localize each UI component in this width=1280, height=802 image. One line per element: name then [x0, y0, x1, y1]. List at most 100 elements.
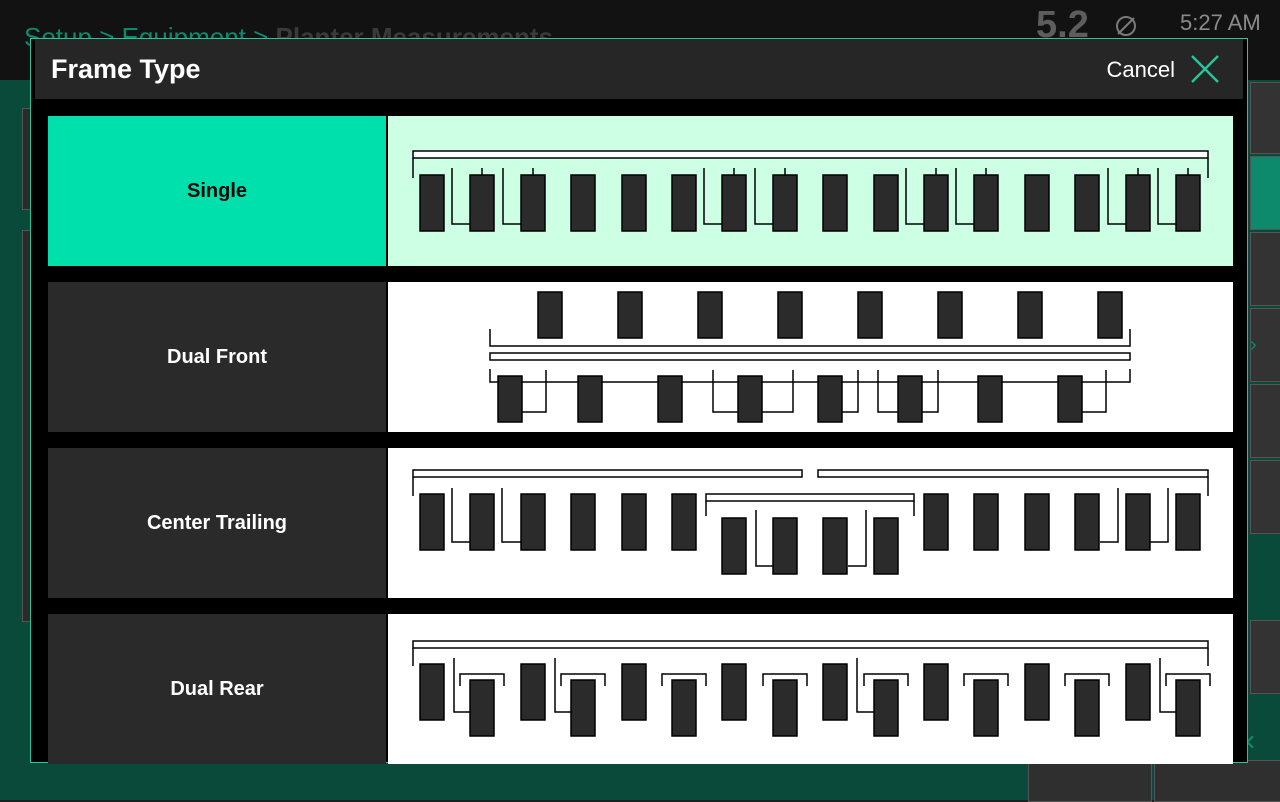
- row-unit: [671, 493, 697, 551]
- row-unit: [617, 291, 643, 339]
- row-unit: [657, 375, 683, 423]
- row-unit: [570, 493, 596, 551]
- row-unit: [1175, 493, 1201, 551]
- frame-link: [451, 168, 470, 225]
- row-unit: [469, 679, 495, 737]
- frame-link: [1100, 488, 1119, 543]
- frame-option-center-trailing[interactable]: Center Trailing: [48, 448, 1233, 598]
- background-button: [1250, 460, 1280, 534]
- dual-rear-frame-diagram: [412, 640, 1211, 737]
- frame-link: [856, 658, 874, 713]
- frame-link: [451, 488, 470, 543]
- frame-diagram: [388, 448, 1233, 598]
- row-unit: [419, 493, 445, 551]
- row-unit: [822, 174, 848, 232]
- frame-diagram: [388, 116, 1233, 266]
- row-unit: [1125, 663, 1151, 721]
- row-unit: [772, 174, 798, 232]
- row-unit: [822, 663, 848, 721]
- row-unit: [570, 174, 596, 232]
- row-unit: [873, 174, 899, 232]
- frame-link: [554, 658, 571, 713]
- frame-link: [842, 370, 859, 413]
- row-unit: [873, 517, 899, 575]
- row-unit: [973, 493, 999, 551]
- row-unit: [923, 493, 949, 551]
- row-unit: [497, 375, 523, 423]
- frame-link: [754, 168, 773, 225]
- row-unit: [520, 174, 546, 232]
- row-unit: [923, 174, 949, 232]
- row-unit: [977, 375, 1003, 423]
- frame-link: [755, 510, 773, 567]
- single-frame-diagram: [412, 150, 1209, 232]
- row-unit: [1024, 174, 1050, 232]
- row-unit: [520, 493, 546, 551]
- background-button: [1154, 760, 1280, 802]
- row-unit: [1017, 291, 1043, 339]
- clock: 5:27 AM: [1180, 10, 1261, 35]
- row-unit: [737, 375, 763, 423]
- frame-link: [1157, 168, 1176, 225]
- row-unit: [570, 679, 596, 737]
- row-unit: [897, 375, 923, 423]
- row-unit: [721, 174, 747, 232]
- row-unit: [1125, 174, 1151, 232]
- row-unit: [1125, 493, 1151, 551]
- frame-link: [522, 370, 547, 413]
- row-unit: [1074, 493, 1100, 551]
- frame-link: [1082, 370, 1107, 413]
- frame-diagram: [388, 614, 1233, 764]
- background-button: [1250, 384, 1280, 458]
- frame-link: [922, 370, 939, 413]
- row-unit: [1097, 291, 1123, 339]
- cancel-button[interactable]: Cancel: [1107, 57, 1175, 83]
- row-unit: [419, 663, 445, 721]
- frame-link: [453, 658, 470, 713]
- row-unit: [973, 679, 999, 737]
- frame-link: [703, 168, 722, 225]
- toolbar-beam: [489, 352, 1131, 361]
- frame-link: [1107, 168, 1126, 225]
- option-label: Single: [48, 116, 386, 266]
- gps-icon: [1116, 16, 1136, 36]
- row-unit: [873, 679, 899, 737]
- background-button: [1250, 82, 1280, 154]
- frame-diagram: [388, 282, 1233, 432]
- frame-option-dual-front[interactable]: Dual Front: [48, 282, 1233, 432]
- dual-front-frame-diagram: [489, 291, 1131, 423]
- background-button: [1250, 232, 1280, 306]
- frame-option-single[interactable]: Single: [48, 116, 1233, 266]
- row-unit: [621, 493, 647, 551]
- option-label: Dual Rear: [48, 614, 386, 764]
- row-unit: [973, 174, 999, 232]
- option-label: Dual Front: [48, 282, 386, 432]
- frame-option-dual-rear[interactable]: Dual Rear: [48, 614, 1233, 764]
- frame-link: [501, 488, 521, 543]
- option-label: Center Trailing: [48, 448, 386, 598]
- row-unit: [1175, 679, 1201, 737]
- row-unit: [822, 517, 848, 575]
- frame-link: [1159, 658, 1176, 713]
- chevron-right-icon: ›: [1250, 334, 1257, 356]
- row-unit: [671, 174, 697, 232]
- row-unit: [537, 291, 563, 339]
- row-unit: [520, 663, 546, 721]
- row-unit: [857, 291, 883, 339]
- row-unit: [772, 517, 798, 575]
- frame-link: [955, 168, 974, 225]
- row-unit: [419, 174, 445, 232]
- close-icon[interactable]: [1189, 53, 1221, 85]
- row-unit: [621, 663, 647, 721]
- frame-link: [848, 510, 867, 567]
- frame-link: [1150, 488, 1169, 543]
- dialog-title: Frame Type: [51, 54, 201, 84]
- row-unit: [721, 663, 747, 721]
- frame-type-dialog: Frame Type Cancel Single Dual Front Cent…: [30, 38, 1248, 764]
- row-unit: [937, 291, 963, 339]
- row-unit: [469, 174, 495, 232]
- frame-link: [905, 168, 924, 225]
- dialog-header: Frame Type Cancel: [35, 39, 1243, 99]
- row-unit: [621, 174, 647, 232]
- row-unit: [1074, 679, 1100, 737]
